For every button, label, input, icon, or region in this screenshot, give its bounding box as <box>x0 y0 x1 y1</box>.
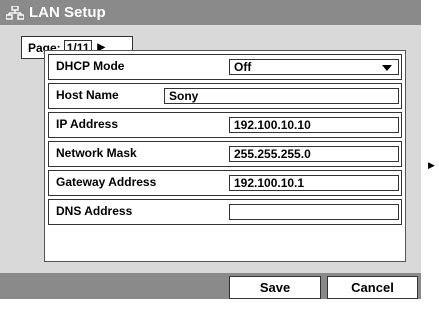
chevron-down-icon <box>382 65 392 71</box>
host-name-label: Host Name <box>56 88 119 102</box>
window-title: LAN Setup <box>29 4 106 21</box>
title-bar: LAN Setup <box>0 0 421 25</box>
dhcp-mode-row: DHCP Mode Off <box>48 54 402 80</box>
dns-address-row: DNS Address <box>48 199 402 225</box>
gateway-address-field[interactable]: 192.100.10.1 <box>229 175 399 191</box>
dhcp-mode-dropdown[interactable]: Off <box>229 59 399 75</box>
network-mask-field[interactable]: 255.255.255.0 <box>229 146 399 162</box>
dhcp-mode-label: DHCP Mode <box>56 59 125 73</box>
gateway-address-label: Gateway Address <box>56 175 157 189</box>
cancel-button[interactable]: Cancel <box>327 276 418 299</box>
network-mask-label: Network Mask <box>56 146 137 160</box>
gateway-address-value: 192.100.10.1 <box>234 176 305 190</box>
scroll-right-icon[interactable]: ▶ <box>428 160 435 171</box>
gateway-address-row: Gateway Address 192.100.10.1 <box>48 170 402 196</box>
lan-setup-window: LAN Setup Page: 1/11 ▶ DHCP Mode Off Hos… <box>0 0 439 312</box>
dns-address-label: DNS Address <box>56 204 133 218</box>
ip-address-label: IP Address <box>56 117 119 131</box>
settings-list: DHCP Mode Off Host Name Sony IP Address … <box>44 50 406 262</box>
save-button[interactable]: Save <box>229 276 321 299</box>
dns-address-field[interactable] <box>229 204 399 220</box>
ip-address-value: 192.100.10.10 <box>234 118 311 132</box>
dhcp-mode-value: Off <box>234 60 252 74</box>
network-mask-row: Network Mask 255.255.255.0 <box>48 141 402 167</box>
ip-address-row: IP Address 192.100.10.10 <box>48 112 402 138</box>
network-mask-value: 255.255.255.0 <box>234 147 311 161</box>
ip-address-field[interactable]: 192.100.10.10 <box>229 117 399 133</box>
host-name-value: Sony <box>169 89 199 103</box>
host-name-field[interactable]: Sony <box>164 88 399 104</box>
host-name-row: Host Name Sony <box>48 83 402 109</box>
network-icon <box>5 4 25 20</box>
